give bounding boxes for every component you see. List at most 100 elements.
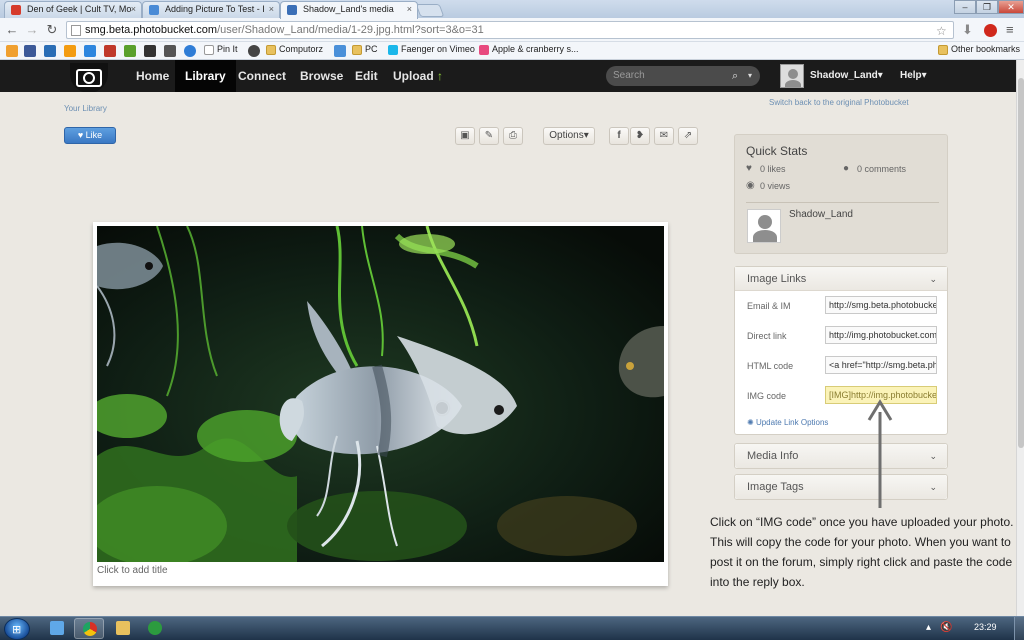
- bookmark-site-icon[interactable]: [64, 45, 76, 57]
- taskbar-folder[interactable]: [108, 618, 138, 639]
- bookmark-site-icon[interactable]: [84, 45, 96, 57]
- restore-button[interactable]: ❐: [976, 0, 998, 14]
- bookmark-site-icon[interactable]: [334, 45, 346, 57]
- browser-tab-den-of-geek[interactable]: Den of Geek | Cult TV, Mo ×: [4, 1, 142, 18]
- direct-link-label: Direct link: [747, 331, 787, 341]
- minimize-button[interactable]: –: [954, 0, 976, 14]
- owner-name-link[interactable]: Shadow_Land: [789, 209, 853, 220]
- back-icon[interactable]: ←: [4, 22, 20, 38]
- bookmark-site-icon[interactable]: [248, 45, 260, 57]
- taskbar-app[interactable]: [140, 618, 170, 639]
- bookmark-site-icon[interactable]: [144, 45, 156, 57]
- new-tab-button[interactable]: [415, 4, 445, 17]
- search-icon[interactable]: ⌕: [732, 66, 738, 86]
- tab-close-icon[interactable]: ×: [407, 4, 412, 14]
- direct-link-field[interactable]: http://img.photobucket.com/albums: [825, 326, 937, 344]
- bookmark-star-icon[interactable]: ☆: [936, 23, 947, 39]
- bookmark-site-icon[interactable]: [124, 45, 136, 57]
- search-dropdown-icon[interactable]: ▾: [748, 66, 752, 86]
- slideshow-icon[interactable]: ▣: [455, 127, 475, 145]
- like-button[interactable]: ♥ Like: [64, 127, 116, 144]
- other-bookmarks-folder[interactable]: Other bookmarks: [938, 44, 1021, 55]
- angelfish-photo[interactable]: [97, 226, 664, 562]
- nav-home[interactable]: Home: [126, 60, 179, 92]
- bookmark-info-icon[interactable]: [184, 45, 196, 57]
- photo-title-placeholder[interactable]: Click to add title: [97, 565, 168, 576]
- avatar-head: [788, 69, 798, 79]
- aquarium-image: [97, 226, 664, 562]
- email-share-icon[interactable]: ✉: [654, 127, 674, 145]
- update-link-options-label: Update Link Options: [755, 418, 829, 427]
- download-extension-icon[interactable]: ⬇: [962, 22, 973, 38]
- bookmark-facebook-icon[interactable]: [24, 45, 36, 57]
- options-label: Options: [549, 130, 584, 141]
- bookmark-den-of-geek-icon[interactable]: [104, 45, 116, 57]
- img-code-label: IMG code: [747, 391, 787, 401]
- page-icon: [204, 45, 214, 55]
- taskbar-chrome[interactable]: [74, 618, 104, 639]
- bookmark-site-icon[interactable]: [164, 45, 176, 57]
- media-info-header[interactable]: Media Info ⌄: [735, 444, 947, 468]
- reload-icon[interactable]: ↻: [44, 22, 60, 38]
- bookmark-apple-cranberry[interactable]: Apple & cranberry s...: [479, 44, 579, 55]
- twitter-share-icon[interactable]: ❥: [630, 127, 650, 145]
- likes-stat: ♥ 0 likes: [746, 163, 786, 174]
- bookmark-folder-pc[interactable]: PC: [352, 44, 378, 55]
- taskbar-explorer[interactable]: [42, 618, 72, 639]
- tab-close-icon[interactable]: ×: [269, 4, 274, 14]
- image-links-header[interactable]: Image Links ⌄: [735, 267, 947, 291]
- bookmark-pin-it[interactable]: Pin It: [204, 44, 238, 55]
- owner-avatar[interactable]: [747, 209, 781, 243]
- html-code-field[interactable]: <a href="http://smg.beta.photobucket: [825, 356, 937, 374]
- nav-browse[interactable]: Browse: [290, 60, 353, 92]
- site-search-input[interactable]: Search ⌕ ▾: [606, 66, 760, 86]
- address-bar[interactable]: smg.beta.photobucket.com/user/Shadow_Lan…: [66, 21, 954, 39]
- print-icon[interactable]: ⎙: [503, 127, 523, 145]
- start-button[interactable]: ⊞: [4, 618, 30, 640]
- tray-expand-icon[interactable]: ▴: [926, 622, 931, 633]
- nav-upload-label: Upload: [393, 69, 434, 83]
- bookmark-folder-computorz[interactable]: Computorz: [266, 44, 324, 55]
- user-menu[interactable]: Shadow_Land▾: [810, 60, 883, 92]
- your-library-link[interactable]: Your Library: [64, 104, 107, 113]
- nav-library[interactable]: Library: [175, 60, 236, 92]
- browser-tab-adding-picture[interactable]: Adding Picture To Test - I ×: [142, 1, 280, 18]
- page-scrollbar[interactable]: [1016, 60, 1024, 616]
- options-dropdown[interactable]: Options▾: [543, 127, 595, 145]
- forward-icon[interactable]: →: [24, 22, 40, 38]
- annotation-arrow: [867, 399, 893, 508]
- update-link-options[interactable]: ✺ Update Link Options: [747, 418, 828, 427]
- share-icon[interactable]: ⇗: [678, 127, 698, 145]
- other-bookmarks-label: Other bookmarks: [951, 44, 1021, 54]
- opera-extension-icon[interactable]: [984, 24, 997, 37]
- show-desktop-button[interactable]: [1014, 617, 1024, 640]
- image-tags-header[interactable]: Image Tags ⌄: [735, 475, 947, 499]
- volume-muted-icon[interactable]: 🔇: [940, 622, 952, 633]
- window-close-button[interactable]: ✕: [998, 0, 1024, 14]
- bookmark-label: Computorz: [279, 44, 324, 54]
- browser-tab-shadow-land-media[interactable]: Shadow_Land's media ×: [280, 1, 418, 19]
- nav-edit[interactable]: Edit: [345, 60, 388, 92]
- page-icon: [71, 25, 81, 36]
- gear-icon: ✺: [747, 418, 754, 427]
- nav-upload[interactable]: Upload ↑: [383, 60, 453, 92]
- menu-icon[interactable]: ≡: [1006, 22, 1014, 38]
- user-avatar[interactable]: [780, 64, 804, 88]
- tab-close-icon[interactable]: ×: [131, 4, 136, 14]
- nav-connect[interactable]: Connect: [228, 60, 296, 92]
- switch-back-link[interactable]: Switch back to the original Photobucket: [769, 98, 909, 107]
- edit-icon[interactable]: ✎: [479, 127, 499, 145]
- facebook-share-icon[interactable]: f: [609, 127, 629, 145]
- bookmark-site-icon[interactable]: [44, 45, 56, 57]
- bookmark-faenger-vimeo[interactable]: Faenger on Vimeo: [388, 44, 475, 55]
- quick-stats-panel: Quick Stats ♥ 0 likes ● 0 comments ◉ 0 v…: [734, 134, 948, 254]
- annotation-note: Click on “IMG code” once you have upload…: [710, 515, 1014, 589]
- help-menu[interactable]: Help▾: [900, 60, 927, 92]
- likes-count: 0 likes: [760, 164, 786, 174]
- email-im-field[interactable]: http://smg.beta.photobucket.com: [825, 296, 937, 314]
- scrollbar-thumb[interactable]: [1018, 78, 1024, 448]
- photobucket-logo[interactable]: [70, 63, 108, 93]
- site-navigation-bar: Home Library Connect Browse Edit Upload …: [0, 60, 1016, 93]
- taskbar-clock[interactable]: 23:29: [974, 622, 997, 632]
- bookmark-rss-icon[interactable]: [6, 45, 18, 57]
